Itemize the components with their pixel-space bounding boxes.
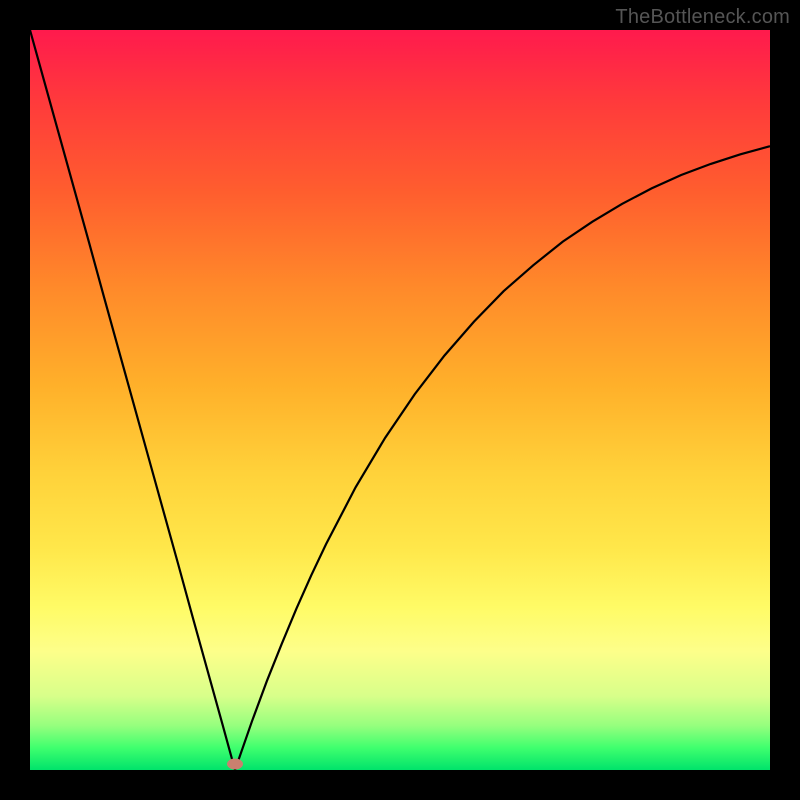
optimal-point-marker <box>227 759 243 770</box>
plot-area <box>30 30 770 770</box>
watermark-text: TheBottleneck.com <box>615 6 790 29</box>
curve-svg <box>30 30 770 770</box>
chart-frame: TheBottleneck.com <box>0 0 800 800</box>
bottleneck-curve <box>30 30 770 770</box>
